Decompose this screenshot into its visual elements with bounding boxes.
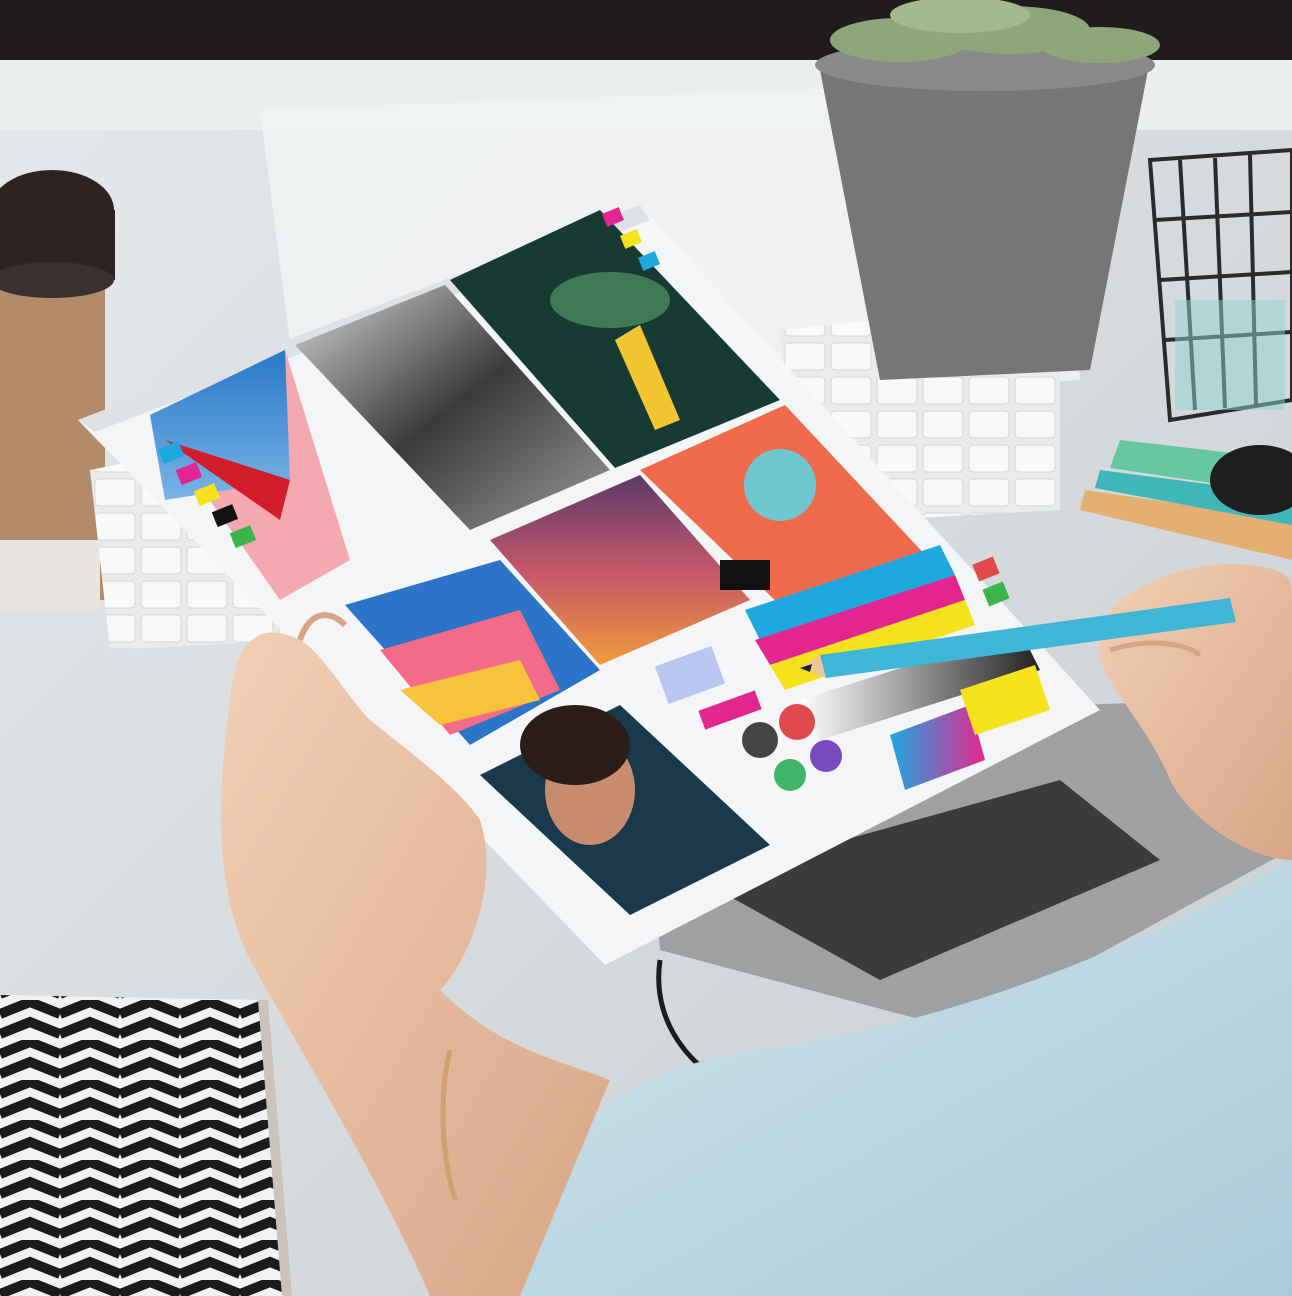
photo-scene — [0, 0, 1292, 1296]
scene-illustration — [0, 0, 1292, 1296]
coffee-cup — [0, 170, 115, 610]
zigzag-notebook — [0, 995, 292, 1296]
